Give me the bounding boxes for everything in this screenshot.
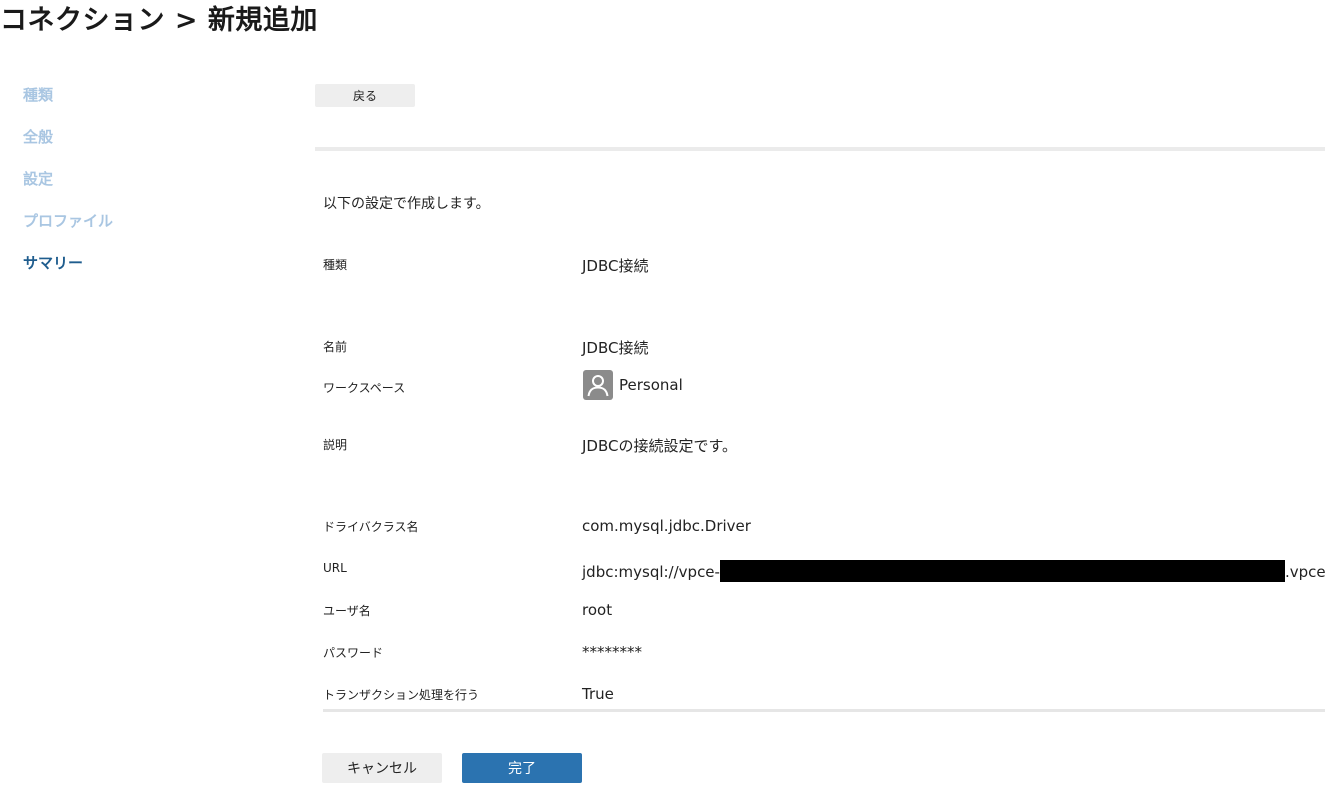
redaction-bar	[719, 560, 1285, 582]
step-settings[interactable]: 設定	[23, 168, 223, 210]
driver-label: ドライバクラス名	[323, 520, 419, 534]
summary-row-password: パスワード ********	[323, 643, 1333, 668]
workspace-value: Personal	[619, 376, 683, 394]
page-title: コネクション > 新規追加	[0, 5, 318, 36]
summary-row-workspace: ワークスペース Personal	[323, 370, 1333, 403]
password-value: ********	[582, 643, 642, 661]
back-button[interactable]: 戻る	[315, 84, 415, 107]
summary-row-driver: ドライバクラス名 com.mysql.jdbc.Driver	[323, 517, 1333, 542]
password-label: パスワード	[323, 646, 384, 660]
summary-intro: 以下の設定で作成します。	[323, 196, 490, 212]
url-prefix: jdbc:mysql://vpce-	[582, 563, 720, 581]
description-label: 説明	[323, 438, 348, 452]
driver-value: com.mysql.jdbc.Driver	[582, 517, 751, 535]
user-label: ユーザ名	[323, 604, 371, 618]
wizard-steps: 種類 全般 設定 プロファイル サマリー	[23, 84, 223, 294]
type-label: 種類	[323, 258, 348, 272]
url-value: jdbc:mysql://vpce- .vpce	[582, 560, 1326, 582]
summary-row-transaction: トランザクション処理を行う True	[323, 685, 1333, 710]
user-avatar-icon	[583, 370, 613, 400]
name-value: JDBC接続	[582, 339, 649, 357]
done-button[interactable]: 完了	[462, 753, 582, 783]
summary-row-url: URL jdbc:mysql://vpce- .vpce	[323, 560, 1333, 585]
summary-row-user: ユーザ名 root	[323, 601, 1333, 626]
summary-row-description: 説明 JDBCの接続設定です。	[323, 436, 1333, 460]
summary-row-type: 種類 JDBC接続	[323, 256, 1333, 280]
name-label: 名前	[323, 340, 348, 354]
user-value: root	[582, 601, 613, 619]
step-profile[interactable]: プロファイル	[23, 210, 223, 252]
transaction-label: トランザクション処理を行う	[323, 688, 480, 702]
cancel-button[interactable]: キャンセル	[322, 753, 442, 783]
workspace-label: ワークスペース	[323, 381, 406, 395]
summary-row-name: 名前 JDBC接続	[323, 338, 1333, 362]
description-value: JDBCの接続設定です。	[582, 437, 737, 455]
step-summary[interactable]: サマリー	[23, 252, 223, 294]
divider	[323, 709, 1325, 712]
transaction-value: True	[582, 685, 614, 703]
step-general[interactable]: 全般	[23, 126, 223, 168]
divider	[315, 147, 1325, 151]
url-suffix: .vpce	[1284, 563, 1326, 581]
type-value: JDBC接続	[582, 257, 649, 275]
step-type[interactable]: 種類	[23, 84, 223, 126]
url-label: URL	[323, 561, 347, 575]
